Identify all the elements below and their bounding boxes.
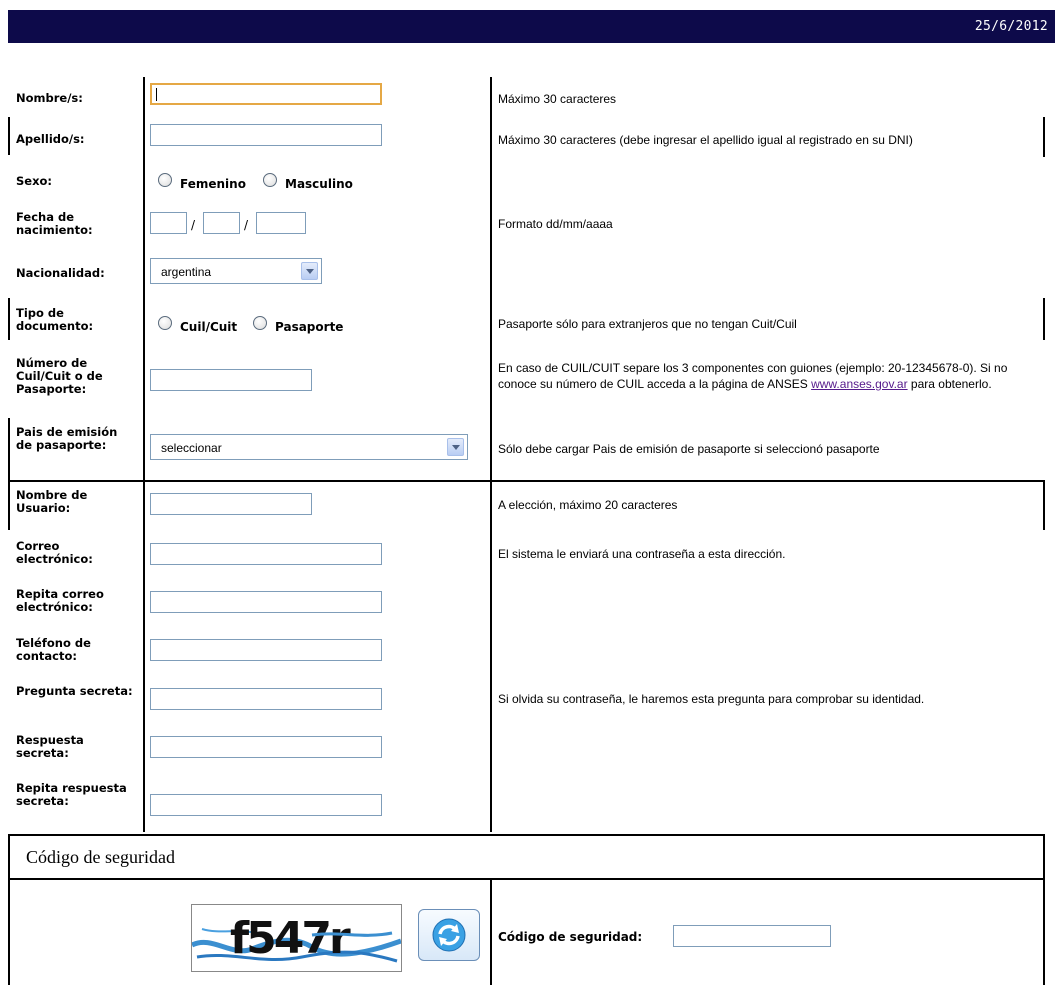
nacionalidad-select[interactable]: argentina — [150, 258, 322, 284]
nombre-hint: Máximo 30 caracteres — [498, 92, 617, 106]
numero-hint: En caso de CUIL/CUIT separe los 3 compon… — [498, 360, 1038, 392]
divider — [143, 77, 145, 832]
repita-respuesta-input[interactable] — [150, 794, 382, 816]
pregunta-hint: Si olvida su contraseña, le haremos esta… — [498, 692, 925, 706]
femenino-label: Femenino — [180, 177, 246, 191]
codigo-seguridad-title: Código de seguridad — [26, 847, 175, 867]
pais-value: seleccionar — [161, 441, 222, 455]
codigo-label: Código de seguridad: — [498, 930, 643, 944]
refresh-captcha-button[interactable] — [418, 909, 480, 961]
nacionalidad-value: argentina — [161, 265, 212, 279]
header-date: 25/6/2012 — [974, 19, 1048, 34]
divider — [1043, 117, 1045, 157]
numero-input[interactable] — [150, 369, 312, 391]
section-divider — [8, 480, 1045, 482]
text-caret — [156, 88, 157, 101]
captcha-graphic: f547r — [192, 913, 401, 964]
pasaporte-radio[interactable] — [253, 316, 267, 330]
telefono-label: Teléfono de contacto: — [16, 636, 91, 663]
tipo-doc-label: Tipo de documento: — [16, 306, 94, 333]
apellido-input[interactable] — [150, 124, 382, 146]
femenino-radio[interactable] — [158, 173, 172, 187]
divider — [8, 834, 10, 985]
divider — [1043, 480, 1045, 530]
section-divider — [8, 834, 1045, 836]
captcha-text: f547r — [230, 913, 351, 964]
cuil-radio[interactable] — [158, 316, 172, 330]
anio-input[interactable] — [256, 212, 306, 234]
usuario-hint: A elección, máximo 20 caracteres — [498, 498, 678, 512]
date-separator: / — [191, 218, 196, 232]
divider — [490, 878, 492, 985]
repita-respuesta-label: Repita respuesta secreta: — [16, 781, 127, 808]
tipo-doc-hint: Pasaporte sólo para extranjeros que no t… — [498, 317, 797, 331]
pais-label: Pais de emisión de pasaporte: — [16, 425, 118, 452]
telefono-input[interactable] — [150, 639, 382, 661]
section-divider — [8, 878, 1045, 880]
dia-input[interactable] — [150, 212, 187, 234]
refresh-icon — [432, 918, 466, 952]
apellido-label: Apellido/s: — [16, 132, 85, 146]
repita-correo-input[interactable] — [150, 591, 382, 613]
pregunta-label: Pregunta secreta: — [16, 684, 133, 698]
top-bar: 25/6/2012 — [8, 10, 1055, 43]
masculino-label: Masculino — [285, 177, 353, 191]
codigo-input[interactable] — [673, 925, 831, 947]
respuesta-input[interactable] — [150, 736, 382, 758]
divider — [490, 77, 492, 832]
correo-input[interactable] — [150, 543, 382, 565]
nombre-input[interactable] — [150, 83, 382, 105]
fecha-hint: Formato dd/mm/aaaa — [498, 217, 613, 231]
numero-label: Número de Cuil/Cuit o de Pasaporte: — [16, 356, 103, 396]
mes-input[interactable] — [203, 212, 240, 234]
repita-correo-label: Repita correo electrónico: — [16, 587, 104, 614]
apellido-hint: Máximo 30 caracteres (debe ingresar el a… — [498, 133, 913, 147]
divider — [8, 418, 10, 530]
divider — [1043, 834, 1045, 985]
correo-label: Correo electrónico: — [16, 539, 93, 566]
respuesta-label: Respuesta secreta: — [16, 733, 84, 760]
divider — [8, 298, 10, 340]
sexo-label: Sexo: — [16, 174, 52, 188]
usuario-input[interactable] — [150, 493, 312, 515]
cuil-label: Cuil/Cuit — [180, 320, 238, 334]
nombre-label: Nombre/s: — [16, 91, 83, 105]
chevron-down-icon[interactable] — [447, 438, 464, 456]
fecha-label: Fecha de nacimiento: — [16, 210, 93, 237]
pais-hint: Sólo debe cargar Pais de emisión de pasa… — [498, 442, 880, 456]
captcha-image: f547r — [191, 904, 402, 972]
numero-hint-text: para obtenerlo. — [907, 377, 992, 391]
divider — [1043, 298, 1045, 340]
date-separator: / — [244, 218, 249, 232]
nacionalidad-label: Nacionalidad: — [16, 266, 105, 280]
pasaporte-label: Pasaporte — [275, 320, 344, 334]
anses-link[interactable]: www.anses.gov.ar — [811, 377, 908, 391]
chevron-down-icon[interactable] — [301, 262, 318, 280]
masculino-radio[interactable] — [263, 173, 277, 187]
pregunta-input[interactable] — [150, 688, 382, 710]
pais-select[interactable]: seleccionar — [150, 434, 468, 460]
correo-hint: El sistema le enviará una contraseña a e… — [498, 547, 786, 561]
divider — [8, 117, 10, 155]
usuario-label: Nombre de Usuario: — [16, 488, 88, 515]
